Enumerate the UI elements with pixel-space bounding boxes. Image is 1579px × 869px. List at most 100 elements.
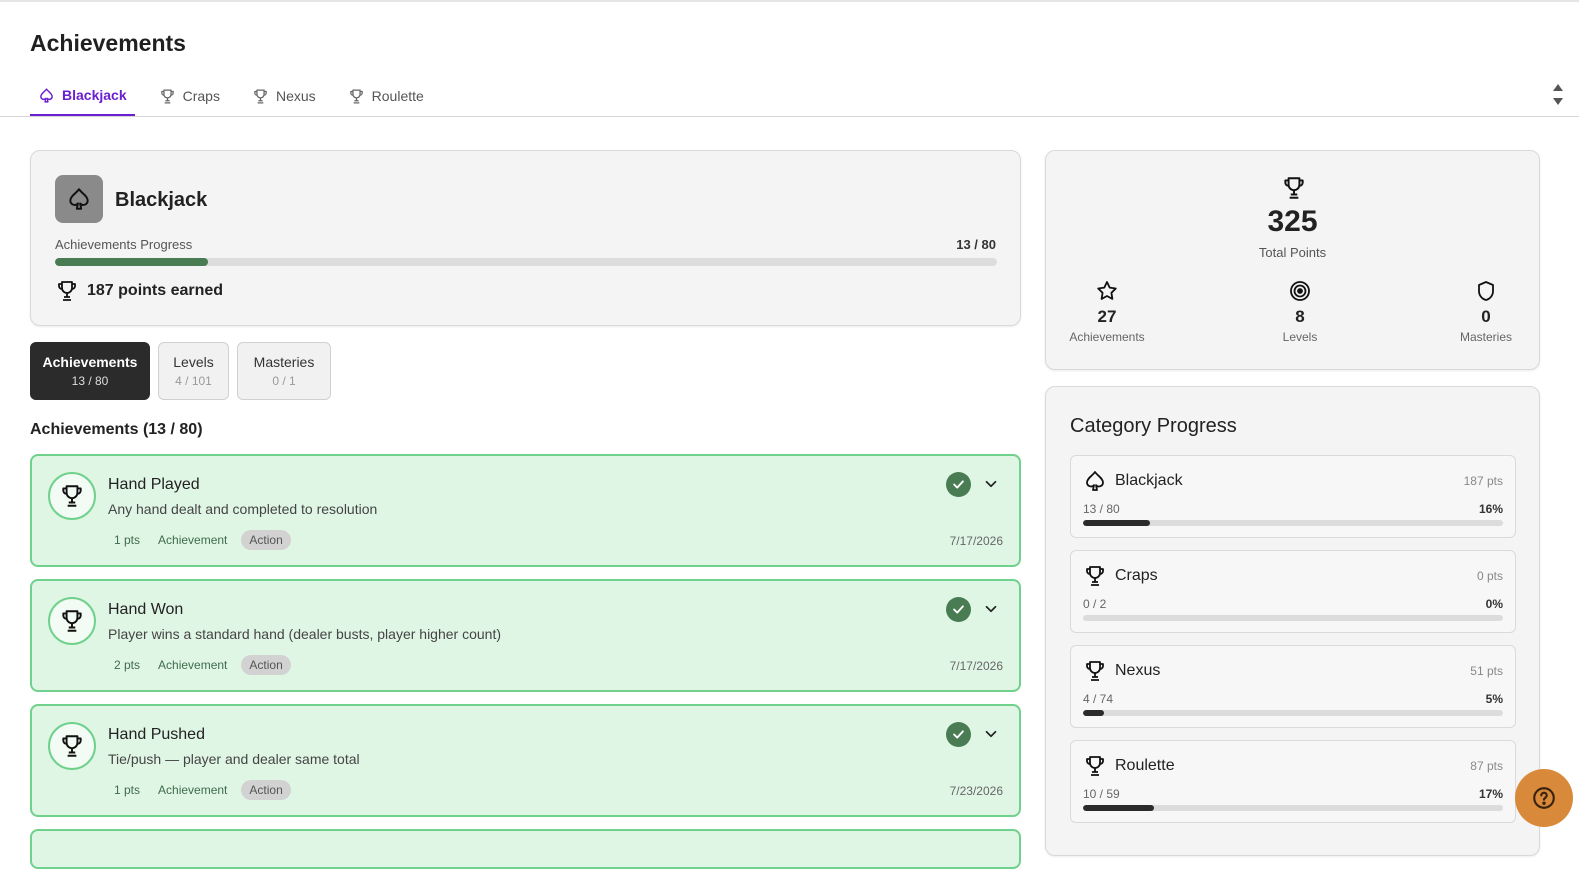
trophy-icon xyxy=(254,88,267,104)
category-percent: 16% xyxy=(1478,502,1503,516)
progress-bar-fill xyxy=(1083,805,1155,811)
category-count: 4 / 74 xyxy=(1083,692,1114,706)
category-item-craps[interactable]: Craps 0 pts 0 / 2 0% xyxy=(1070,550,1516,633)
category-progress-bar xyxy=(1083,710,1503,716)
achievement-meta: 2 pts Achievement Action xyxy=(114,655,291,675)
subtab-count: 0 / 1 xyxy=(272,374,296,388)
game-icon xyxy=(55,175,103,223)
game-name: Blackjack xyxy=(115,189,208,211)
stat-levels: 8 Levels xyxy=(1250,279,1350,344)
subtab-levels[interactable]: Levels 4 / 101 xyxy=(158,342,229,400)
trophy-icon xyxy=(1284,177,1304,199)
help-button[interactable] xyxy=(1515,769,1573,827)
stat-masteries: 0 Masteries xyxy=(1436,279,1536,344)
progress-bar-fill xyxy=(1083,710,1104,716)
scroll-up-icon[interactable] xyxy=(1553,84,1563,91)
shield-icon xyxy=(1478,281,1494,301)
category-progress-bar xyxy=(1083,520,1503,526)
achievement-item[interactable] xyxy=(30,829,1021,869)
stat-value: 8 xyxy=(1295,307,1305,326)
page-title: Achievements xyxy=(30,30,186,56)
chevron-down-icon[interactable] xyxy=(981,474,1001,494)
stat-value: 27 xyxy=(1097,307,1117,326)
category-item-blackjack[interactable]: Blackjack 187 pts 13 / 80 16% xyxy=(1070,455,1516,538)
tab-craps[interactable]: Craps xyxy=(151,76,228,116)
subtab-label: Masteries xyxy=(253,354,315,370)
tabs-divider xyxy=(0,116,1579,117)
achievement-item[interactable]: Hand Played Any hand dealt and completed… xyxy=(30,454,1021,567)
achievement-tag: Action xyxy=(241,780,291,800)
check-icon xyxy=(946,472,971,497)
total-points-card: 325 Total Points 27 Achievements 8 Level… xyxy=(1045,150,1540,370)
tab-label: Nexus xyxy=(275,88,316,104)
points-earned-label: 187 points earned xyxy=(87,282,224,299)
subtab-count: 4 / 101 xyxy=(175,374,212,388)
progress-bar-fill xyxy=(55,258,209,266)
category-name: Blackjack xyxy=(1115,472,1183,489)
chevron-down-icon[interactable] xyxy=(981,724,1001,744)
stat-value: 0 xyxy=(1481,307,1491,326)
stat-label: Masteries xyxy=(1459,330,1512,344)
achievement-points: 1 pts xyxy=(114,783,141,797)
category-percent: 0% xyxy=(1485,597,1503,611)
achievement-tag: Action xyxy=(241,655,291,675)
tab-label: Roulette xyxy=(371,88,424,104)
category-item-nexus[interactable]: Nexus 51 pts 4 / 74 5% xyxy=(1070,645,1516,728)
tab-label: Craps xyxy=(182,88,220,104)
scroll-down-icon[interactable] xyxy=(1553,98,1563,105)
category-points: 187 pts xyxy=(1463,474,1503,488)
tab-label: Blackjack xyxy=(62,87,127,103)
points-earned: 187 points earned xyxy=(55,279,223,303)
game-summary-card: Blackjack Achievements Progress 13 / 80 … xyxy=(30,150,1021,326)
achievement-icon xyxy=(48,472,96,520)
achievement-tag: Action xyxy=(241,530,291,550)
achievement-date: 7/23/2026 xyxy=(949,784,1003,798)
category-item-roulette[interactable]: Roulette 87 pts 10 / 59 17% xyxy=(1070,740,1516,823)
achievement-date: 7/17/2026 xyxy=(949,534,1003,548)
achievements-progress-bar xyxy=(55,258,997,266)
progress-count: 13 / 80 xyxy=(956,237,996,252)
category-progress-card: Category Progress Blackjack 187 pts 13 /… xyxy=(1045,386,1540,856)
total-points-value: 325 xyxy=(1267,205,1318,238)
category-name: Craps xyxy=(1115,567,1158,584)
category-name: Roulette xyxy=(1115,757,1175,774)
spade-icon xyxy=(40,87,53,103)
category-count: 0 / 2 xyxy=(1083,597,1107,611)
trophy-icon xyxy=(1086,566,1104,586)
subtab-achievements[interactable]: Achievements 13 / 80 xyxy=(30,342,150,400)
subtab-masteries[interactable]: Masteries 0 / 1 xyxy=(237,342,331,400)
trophy-icon xyxy=(1086,756,1104,776)
trophy-icon xyxy=(62,610,82,632)
achievement-description: Any hand dealt and completed to resoluti… xyxy=(108,501,378,517)
achievement-description: Player wins a standard hand (dealer bust… xyxy=(108,626,501,642)
question-icon xyxy=(1533,787,1555,809)
star-icon xyxy=(1097,281,1117,300)
subtab-label: Levels xyxy=(173,354,214,370)
trophy-icon xyxy=(349,88,363,104)
category-points: 0 pts xyxy=(1476,569,1503,583)
chevron-down-icon[interactable] xyxy=(981,599,1001,619)
achievement-description: Tie/push — player and dealer same total xyxy=(108,751,360,767)
achievement-item[interactable]: Hand Pushed Tie/push — player and dealer… xyxy=(30,704,1021,817)
category-progress-title: Category Progress xyxy=(1070,415,1237,437)
achievement-type: Achievement xyxy=(158,658,228,672)
game-tabs: Blackjack Craps Nexus Roulette xyxy=(30,76,448,116)
trophy-icon xyxy=(62,485,82,507)
subtab-label: Achievements xyxy=(42,354,138,370)
target-icon xyxy=(1290,281,1310,301)
check-icon xyxy=(946,597,971,622)
tab-nexus[interactable]: Nexus xyxy=(244,76,324,116)
achievement-title: Hand Played xyxy=(108,476,200,493)
progress-bar-fill xyxy=(1083,520,1151,526)
achievement-type: Achievement xyxy=(158,533,228,547)
tab-blackjack[interactable]: Blackjack xyxy=(30,76,135,116)
achievements-list-heading: Achievements (13 / 80) xyxy=(30,421,203,438)
tab-scroll-arrows[interactable] xyxy=(1551,84,1565,112)
achievement-item[interactable]: Hand Won Player wins a standard hand (de… xyxy=(30,579,1021,692)
category-progress-bar xyxy=(1083,615,1503,621)
total-points-label: Total Points xyxy=(1258,245,1327,260)
spade-icon xyxy=(69,188,89,210)
tab-roulette[interactable]: Roulette xyxy=(340,76,432,116)
stat-label: Levels xyxy=(1282,330,1318,344)
achievement-points: 1 pts xyxy=(114,533,141,547)
